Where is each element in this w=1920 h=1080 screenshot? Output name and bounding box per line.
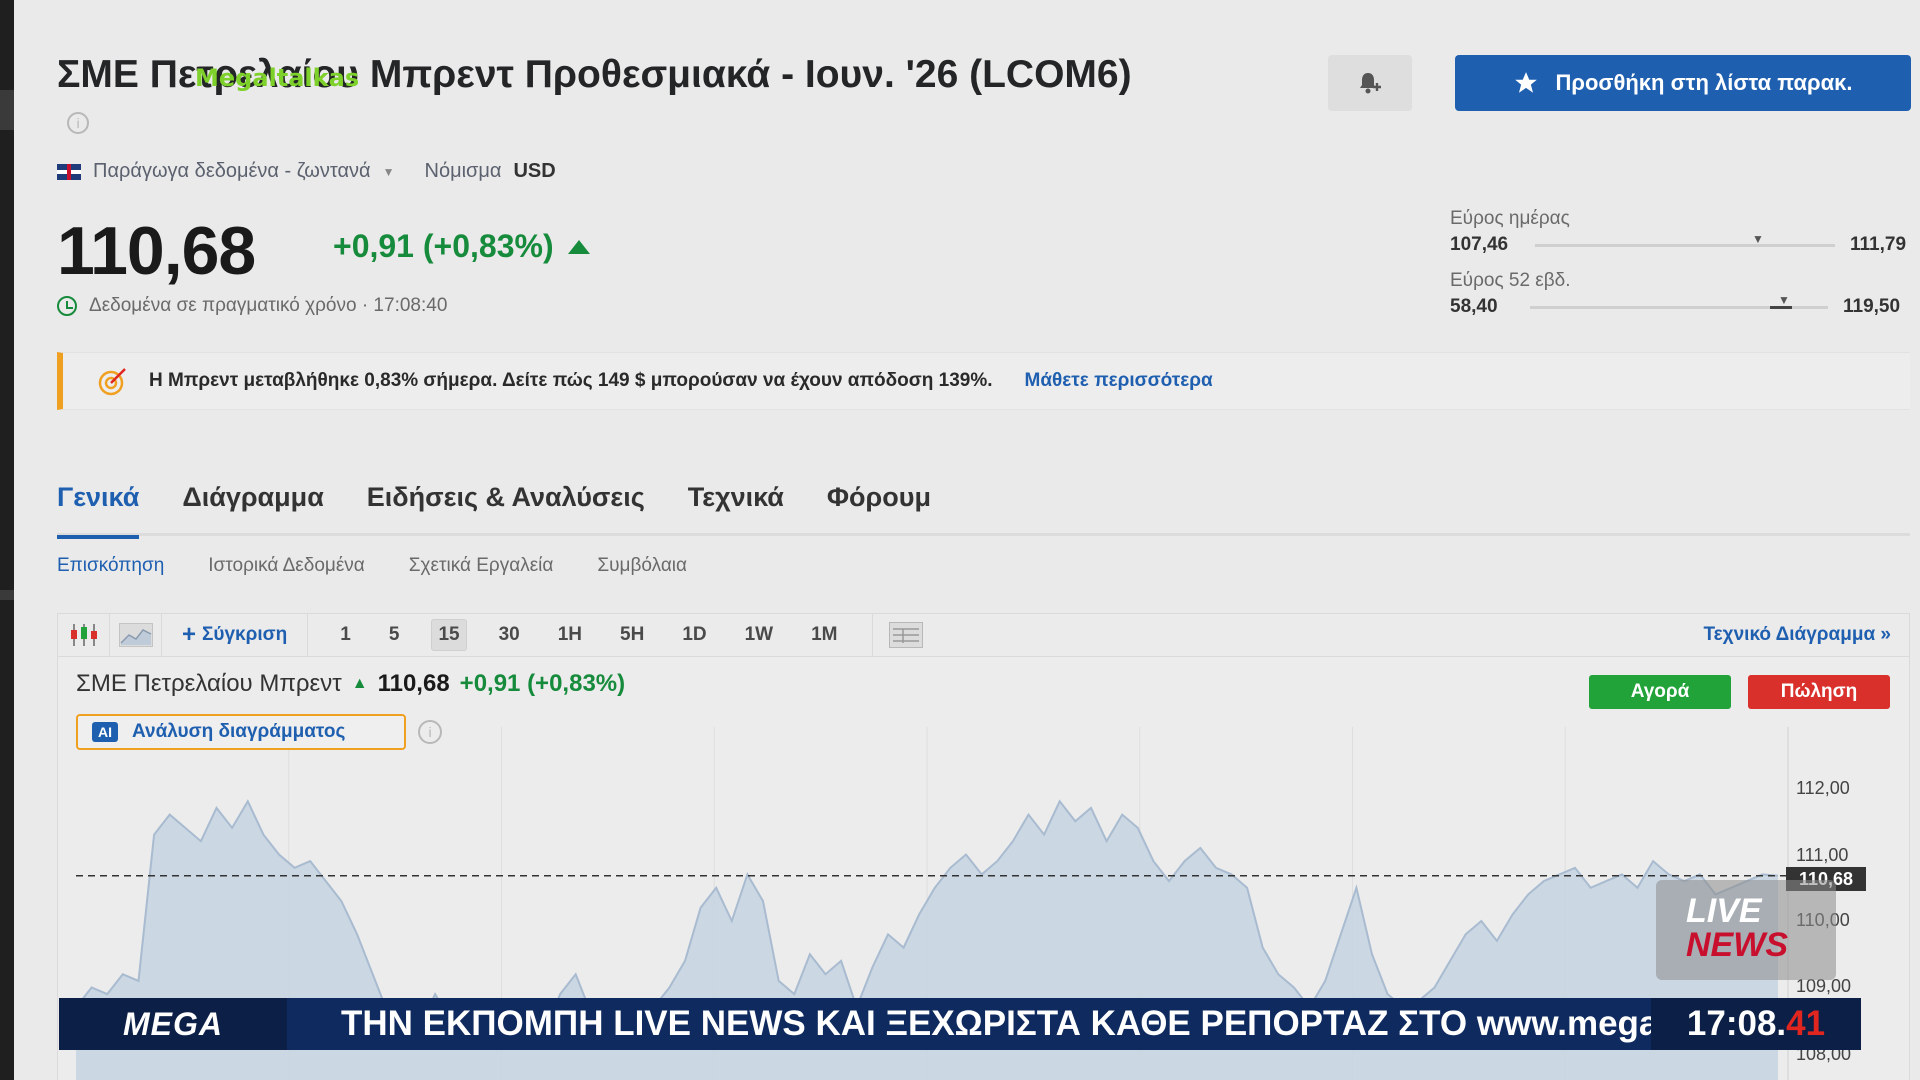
subtab-related-tools[interactable]: Σχετικά Εργαλεία [409, 555, 554, 577]
interval-1[interactable]: 1 [334, 620, 357, 650]
chart-instrument-name: ΣΜΕ Πετρελαίου Μπρεντ [76, 670, 342, 697]
y-tick-label: 112,00 [1796, 778, 1850, 798]
day-range-low: 107,46 [1450, 234, 1509, 255]
realtime-label: Δεδομένα σε πραγματικό χρόνο · 17:08:40 [89, 295, 448, 316]
add-to-watchlist-button[interactable]: Προσθήκη στη λίστα παρακ. [1455, 55, 1911, 111]
currency-value: USD [513, 160, 556, 182]
tab-forum[interactable]: Φόρουμ [827, 470, 931, 536]
area-chart-button[interactable] [110, 613, 162, 657]
promo-banner: Η Μπρεντ μεταβλήθηκε 0,83% σήμερα. Δείτε… [57, 352, 1910, 410]
realtime-status: Δεδομένα σε πραγματικό χρόνο · 17:08:40 [57, 295, 447, 317]
channel-logo-overlay: Megaltalkas [195, 64, 360, 92]
live-news-logo-line2: NEWS [1686, 926, 1788, 964]
subtab-overview[interactable]: Επισκόπηση [57, 555, 164, 577]
tab-chart[interactable]: Διάγραμμα [182, 470, 323, 536]
chevron-down-icon[interactable]: ▼ [383, 165, 395, 179]
ticker-clock-main: 17:08. [1686, 1004, 1787, 1043]
bell-plus-icon [1360, 73, 1381, 94]
candlestick-icon [70, 624, 97, 646]
ticker-clock-seconds: 41 [1786, 1004, 1826, 1043]
watchlist-label: Προσθήκη στη λίστα παρακ. [1555, 70, 1853, 95]
interval-1d[interactable]: 1D [676, 620, 712, 650]
ai-badge: AI [92, 722, 118, 742]
ticker-clock: 17:08. 41 [1651, 998, 1861, 1050]
price-change-value: +0,91 (+0,83%) [333, 228, 554, 264]
last-price: 110,68 [57, 213, 256, 289]
buy-button[interactable]: Αγορά [1589, 675, 1731, 709]
day-range-marker: ▼ [1752, 232, 1764, 246]
star-icon [1515, 72, 1538, 93]
chart-instrument-price: 110,68 [377, 670, 450, 697]
week52-range-marker: ▼ [1778, 293, 1790, 307]
main-tabs: Γενικά Διάγραμμα Ειδήσεις & Αναλύσεις Τε… [57, 470, 1910, 539]
candlestick-chart-button[interactable] [58, 613, 110, 657]
area-chart-icon [118, 623, 153, 647]
day-range-bar [1535, 244, 1835, 247]
day-range-high: 111,79 [1850, 234, 1907, 255]
interval-1m[interactable]: 1M [805, 620, 843, 650]
sell-button[interactable]: Πώληση [1748, 675, 1890, 709]
clock-icon [57, 296, 77, 316]
y-tick-label: 111,00 [1796, 845, 1849, 865]
subtab-contracts[interactable]: Συμβόλαια [597, 555, 687, 577]
add-alert-button[interactable] [1328, 55, 1412, 111]
tab-general[interactable]: Γενικά [57, 470, 140, 539]
left-edge-segment [0, 590, 14, 600]
day-range-label: Εύρος ημέρας [1450, 208, 1570, 229]
arrow-up-icon: ▲ [351, 675, 368, 692]
tv-channel-logo: MEGA [59, 998, 287, 1050]
promo-banner-text: Η Μπρεντ μεταβλήθηκε 0,83% σήμερα. Δείτε… [149, 370, 993, 391]
subtab-historical-data[interactable]: Ιστορικά Δεδομένα [208, 555, 365, 577]
live-news-logo-line1: LIVE [1686, 892, 1762, 930]
news-ticker: MEGA ΤΗΝ ΕΚΠΟΜΠΗ LIVE NEWS ΚΑΙ ΞΕΧΩΡΙΣΤΑ… [59, 998, 1861, 1050]
sub-tabs: Επισκόπηση Ιστορικά Δεδομένα Σχετικά Εργ… [57, 555, 687, 577]
ai-analysis-label: Ανάλυση διαγράμματος [132, 721, 346, 742]
technical-chart-link[interactable]: Τεχνικό Διάγραμμα » [1703, 624, 1891, 646]
ai-chart-analysis-button[interactable]: AI Ανάλυση διαγράμματος [76, 714, 406, 750]
interval-1h[interactable]: 1H [552, 620, 588, 650]
price-change: +0,91 (+0,83%) [333, 228, 590, 265]
compare-label: Σύγκριση [202, 624, 288, 645]
interval-1w[interactable]: 1W [739, 620, 780, 650]
tab-news-analysis[interactable]: Ειδήσεις & Αναλύσεις [367, 470, 645, 536]
plus-icon: + [182, 621, 197, 648]
interval-15[interactable]: 15 [431, 619, 467, 651]
interval-30[interactable]: 30 [493, 620, 526, 650]
target-icon [98, 368, 126, 396]
info-icon[interactable]: i [67, 111, 89, 134]
table-icon [888, 622, 923, 648]
ticker-text: ΤΗΝ ΕΚΠΟΜΠΗ LIVE NEWS ΚΑΙ ΞΕΧΩΡΙΣΤΑ ΚΑΘΕ… [341, 1004, 1651, 1043]
chart-instrument-header: ΣΜΕ Πετρελαίου Μπρεντ ▲ 110,68 +0,91 (+0… [76, 670, 625, 698]
triangle-up-icon [567, 239, 590, 254]
learn-more-link[interactable]: Μάθετε περισσότερα [1025, 370, 1213, 392]
live-news-logo: LIVE NEWS [1656, 880, 1836, 980]
week52-range-label: Εύρος 52 εβδ. [1450, 270, 1571, 291]
chart-toolbar: + Σύγκριση 1 5 15 30 1H 5H 1D 1W 1M Τεχν… [57, 613, 1910, 657]
uk-flag-icon [57, 163, 81, 180]
data-table-button[interactable] [871, 613, 923, 657]
chart-instrument-change: +0,91 (+0,83%) [459, 670, 626, 697]
currency-label: Νόμισμα [424, 160, 502, 182]
week52-range-high: 119,50 [1843, 296, 1901, 317]
instrument-meta: Παράγωγα δεδομένα - ζωντανά ▼ Νόμισμα US… [57, 160, 556, 183]
week52-range-low: 58,40 [1450, 296, 1498, 317]
left-edge-bar [0, 0, 14, 1080]
tab-technical[interactable]: Τεχνικά [688, 470, 784, 536]
left-edge-segment [0, 90, 14, 130]
interval-5h[interactable]: 5H [614, 620, 650, 650]
info-icon[interactable]: i [418, 720, 442, 744]
interval-5[interactable]: 5 [383, 620, 406, 650]
data-source[interactable]: Παράγωγα δεδομένα - ζωντανά [93, 160, 371, 183]
compare-button[interactable]: + Σύγκριση [162, 613, 309, 657]
